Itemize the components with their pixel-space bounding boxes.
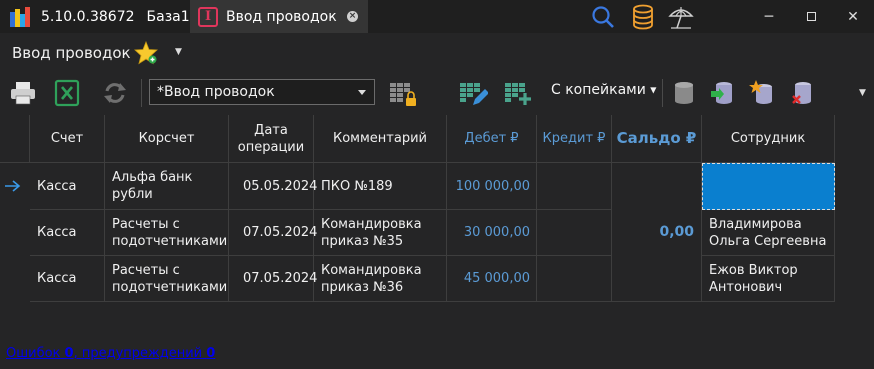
column-header-credit[interactable]: Кредит ₽ <box>537 115 612 163</box>
tab-close-icon[interactable]: × <box>347 11 358 22</box>
table-cell-credit[interactable] <box>537 256 612 302</box>
column-header-label: Кредит ₽ <box>542 131 606 146</box>
database-name: База1 <box>146 8 190 25</box>
db-star-icon[interactable] <box>748 79 778 107</box>
column-header-label: Комментарий <box>333 131 427 146</box>
balance-cell[interactable]: 0,00 <box>612 163 702 302</box>
column-header-employee[interactable]: Сотрудник <box>702 115 835 163</box>
table-cell-employee[interactable]: Ежов Виктор Антонович <box>702 256 835 302</box>
table-cell-account[interactable]: Касса <box>30 163 105 210</box>
column-header-corr-account[interactable]: Корсчет <box>105 115 229 163</box>
errors-count: 0 <box>64 346 74 361</box>
table-cell-corr-account[interactable]: Расчеты с подотчетниками <box>105 256 229 302</box>
grid-edit-icon[interactable] <box>458 79 488 107</box>
table-cell-credit[interactable] <box>537 210 612 256</box>
table-cell-corr-account[interactable]: Расчеты с подотчетниками <box>105 210 229 256</box>
toolbar-separator <box>141 79 142 107</box>
column-header-label: Дата операции <box>237 122 305 155</box>
db-grey-icon[interactable] <box>670 79 700 107</box>
table-cell-credit[interactable] <box>537 163 612 210</box>
column-header-debit[interactable]: Дебет ₽ <box>447 115 537 163</box>
table-cell-employee-selected[interactable] <box>702 163 835 210</box>
row-indicator-header <box>0 115 30 163</box>
minimize-button[interactable]: ─ <box>754 0 784 33</box>
db-import-icon[interactable] <box>708 79 738 107</box>
title-bar: 5.10.0.38672 База1 I Ввод проводок × ─ ✕ <box>0 0 874 33</box>
warnings-label: предупреждений <box>81 346 203 361</box>
table-cell-date[interactable]: 07.05.2024 <box>229 210 317 256</box>
app-version: 5.10.0.38672 <box>41 8 135 25</box>
search-icon[interactable] <box>590 4 616 30</box>
menu-bar: Ввод проводок ▼ <box>0 33 874 71</box>
excel-export-icon[interactable] <box>52 79 82 107</box>
warnings-count: 0 <box>206 346 216 361</box>
currency-mode-dropdown[interactable]: С копейками ▼ <box>551 82 656 98</box>
entry-set-value: *Ввод проводок <box>157 84 275 100</box>
toolbar: *Ввод проводок С копейками ▼ ▼ <box>0 71 874 115</box>
refresh-icon[interactable] <box>100 79 130 107</box>
currency-mode-label: С копейками <box>551 82 646 98</box>
column-header-label: Сотрудник <box>730 131 806 146</box>
table-cell-comment[interactable]: Командировка приказ №35 <box>314 210 447 256</box>
database-icon[interactable] <box>630 4 656 30</box>
table-cell-debit[interactable]: 30 000,00 <box>447 210 537 256</box>
table-cell-debit[interactable]: 45 000,00 <box>447 256 537 302</box>
table-cell-date[interactable]: 07.05.2024 <box>229 256 317 302</box>
current-row-arrow-icon <box>5 180 21 192</box>
grid-add-icon[interactable] <box>503 79 533 107</box>
toolbar-overflow-caret-icon[interactable]: ▼ <box>859 88 866 98</box>
currency-mode-caret-icon: ▼ <box>650 85 657 95</box>
column-header-comment[interactable]: Комментарий <box>314 115 447 163</box>
table-cell-comment[interactable]: ПКО №189 <box>314 163 447 210</box>
menu-title[interactable]: Ввод проводок <box>12 44 131 62</box>
table-cell-comment[interactable]: Командировка приказ №36 <box>314 256 447 302</box>
column-header-label: Корсчет <box>138 131 195 146</box>
toolbar-separator <box>662 79 663 107</box>
table-cell-employee[interactable]: Владимирова Ольга Сергеевна <box>702 210 835 256</box>
favorite-dropdown-caret-icon[interactable]: ▼ <box>175 47 182 57</box>
chevron-down-icon <box>358 90 366 95</box>
app-logo-icon <box>10 7 30 27</box>
db-delete-icon[interactable] <box>788 79 818 107</box>
grid-lock-icon[interactable] <box>388 79 418 107</box>
entry-set-combobox[interactable]: *Ввод проводок <box>149 79 375 105</box>
maximize-button[interactable] <box>796 0 826 33</box>
column-header-date[interactable]: Дата операции <box>229 115 314 163</box>
favorite-star-icon[interactable] <box>134 41 158 65</box>
close-window-button[interactable]: ✕ <box>838 0 868 33</box>
errors-warnings-link[interactable]: Ошибок 0, предупреждений 0 <box>6 346 215 361</box>
errors-label: Ошибок <box>6 346 61 361</box>
table-cell-date[interactable]: 05.05.2024 <box>229 163 317 210</box>
tab-entries-label: Ввод проводок <box>226 8 337 25</box>
table-cell-corr-account[interactable]: Альфа банк рубли <box>105 163 229 210</box>
umbrella-icon[interactable] <box>668 4 694 30</box>
document-tab-icon: I <box>198 6 218 27</box>
print-icon[interactable] <box>8 79 38 107</box>
tab-entries[interactable]: I Ввод проводок × <box>190 0 368 33</box>
table-cell-account[interactable]: Касса <box>30 256 105 302</box>
column-header-balance[interactable]: Сальдо ₽ <box>612 115 702 163</box>
table-cell-debit[interactable]: 100 000,00 <box>447 163 537 210</box>
column-header-label: Сальдо ₽ <box>616 129 697 147</box>
column-header-label: Счет <box>50 131 84 146</box>
column-header-account[interactable]: Счет <box>30 115 105 163</box>
column-header-label: Дебет ₽ <box>464 131 519 146</box>
table-cell-account[interactable]: Касса <box>30 210 105 256</box>
